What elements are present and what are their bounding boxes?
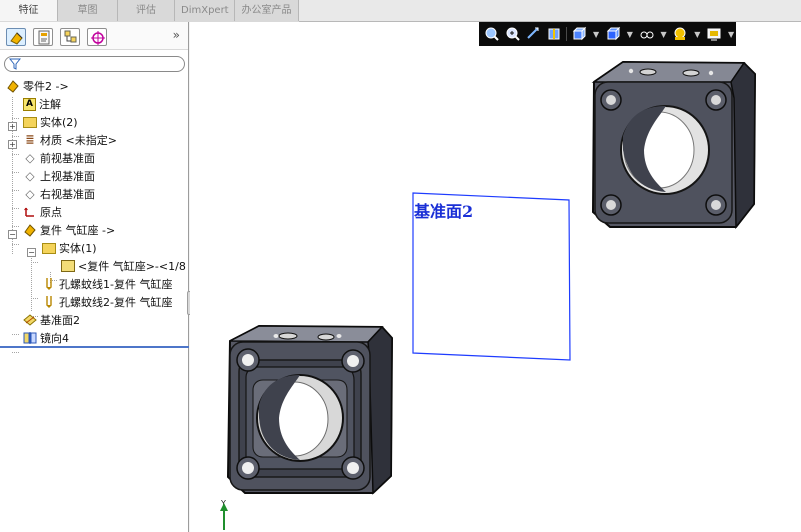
tree-item-origin[interactable]: 原点 xyxy=(23,203,62,221)
plane-icon: ◇ xyxy=(25,169,35,183)
graphics-viewport[interactable]: ▼ ▼ ▼ ▼ ▼ 基准面2 Y xyxy=(190,22,801,532)
tab-office-products[interactable]: 办公室产品 xyxy=(235,0,299,21)
filter-icon xyxy=(8,58,22,70)
panel-toolbar: » xyxy=(0,22,188,50)
annotation-icon: A xyxy=(23,97,36,111)
folder-icon xyxy=(42,242,56,254)
tree-root-part[interactable]: 零件2 -> xyxy=(6,77,69,95)
dimxpert-manager-tab-icon[interactable] xyxy=(87,28,107,46)
tree-item-solid-body[interactable]: <复件 气缸座>-<1/8 xyxy=(61,257,186,275)
tree-item-front-plane[interactable]: ◇ 前视基准面 xyxy=(23,149,95,167)
origin-icon xyxy=(23,205,37,219)
tree-item-material[interactable]: ≣ 材质 <未指定> xyxy=(23,131,117,149)
tree-item-thread-1[interactable]: 孔螺蚊线1-复件 气缸座 xyxy=(42,275,172,293)
reference-plane-label: 基准面2 xyxy=(414,202,474,221)
tab-dimxpert[interactable]: DimXpert xyxy=(175,0,235,21)
tree-item-thread-2[interactable]: 孔螺蚊线2-复件 气缸座 xyxy=(42,293,172,311)
tree-item-solid-bodies[interactable]: 实体(2) xyxy=(23,113,78,131)
feature-manager-tab-icon[interactable] xyxy=(6,28,26,46)
tree-item-derived-part[interactable]: 复件 气缸座 -> xyxy=(23,221,115,239)
annotations-expander-icon[interactable]: + xyxy=(8,122,17,131)
command-manager-tabs: 特征 草图 评估 DimXpert 办公室产品 xyxy=(0,0,801,22)
derived-part-expander-icon[interactable]: − xyxy=(8,230,17,239)
material-icon: ≣ xyxy=(25,133,35,146)
solid-bodies-expander-icon[interactable]: + xyxy=(8,140,17,149)
reference-plane-icon xyxy=(23,313,37,327)
tab-features[interactable]: 特征 xyxy=(0,0,58,21)
coordinate-triad: Y xyxy=(219,499,229,532)
tree-item-mirror-4[interactable]: 镜向4 xyxy=(23,329,69,347)
more-tabs-chevron-icon[interactable]: » xyxy=(173,28,180,42)
tree-root-label: 零件2 -> xyxy=(23,80,69,93)
feature-manager-panel: » 零件2 -> + A 注解 + 实体(2) ≣ 材质 <未指定> ◇ 前视基… xyxy=(0,22,189,532)
property-manager-tab-icon[interactable] xyxy=(33,28,53,46)
solid-body-icon xyxy=(61,260,75,272)
part-icon xyxy=(23,223,37,237)
tree-item-derived-bodies[interactable]: 实体(1) xyxy=(42,239,97,257)
tree-item-right-plane[interactable]: ◇ 右视基准面 xyxy=(23,185,95,203)
plane-icon: ◇ xyxy=(25,187,35,201)
rollback-bar[interactable] xyxy=(0,346,189,348)
tab-strip: 特征 草图 评估 DimXpert 办公室产品 xyxy=(0,0,299,22)
hole-thread-icon xyxy=(42,277,56,291)
mirror-icon xyxy=(23,331,37,345)
folder-icon xyxy=(23,116,37,128)
tree-item-top-plane[interactable]: ◇ 上视基准面 xyxy=(23,167,95,185)
model-geometry[interactable] xyxy=(190,22,801,532)
configuration-manager-tab-icon[interactable] xyxy=(60,28,80,46)
tree-item-annotations[interactable]: A 注解 xyxy=(23,95,61,113)
hole-thread-icon xyxy=(42,295,56,309)
tab-sketch[interactable]: 草图 xyxy=(58,0,118,21)
cylinder-block-bottom-left[interactable] xyxy=(226,324,394,495)
cylinder-block-top-right[interactable] xyxy=(591,60,757,230)
y-axis-arrow-icon xyxy=(220,503,228,530)
part-icon xyxy=(6,79,20,93)
plane-icon: ◇ xyxy=(25,151,35,165)
tree-item-plane-2[interactable]: 基准面2 xyxy=(23,311,80,329)
tab-evaluate[interactable]: 评估 xyxy=(118,0,175,21)
derived-bodies-expander-icon[interactable]: − xyxy=(27,248,36,257)
tree-filter-input[interactable] xyxy=(4,56,185,72)
